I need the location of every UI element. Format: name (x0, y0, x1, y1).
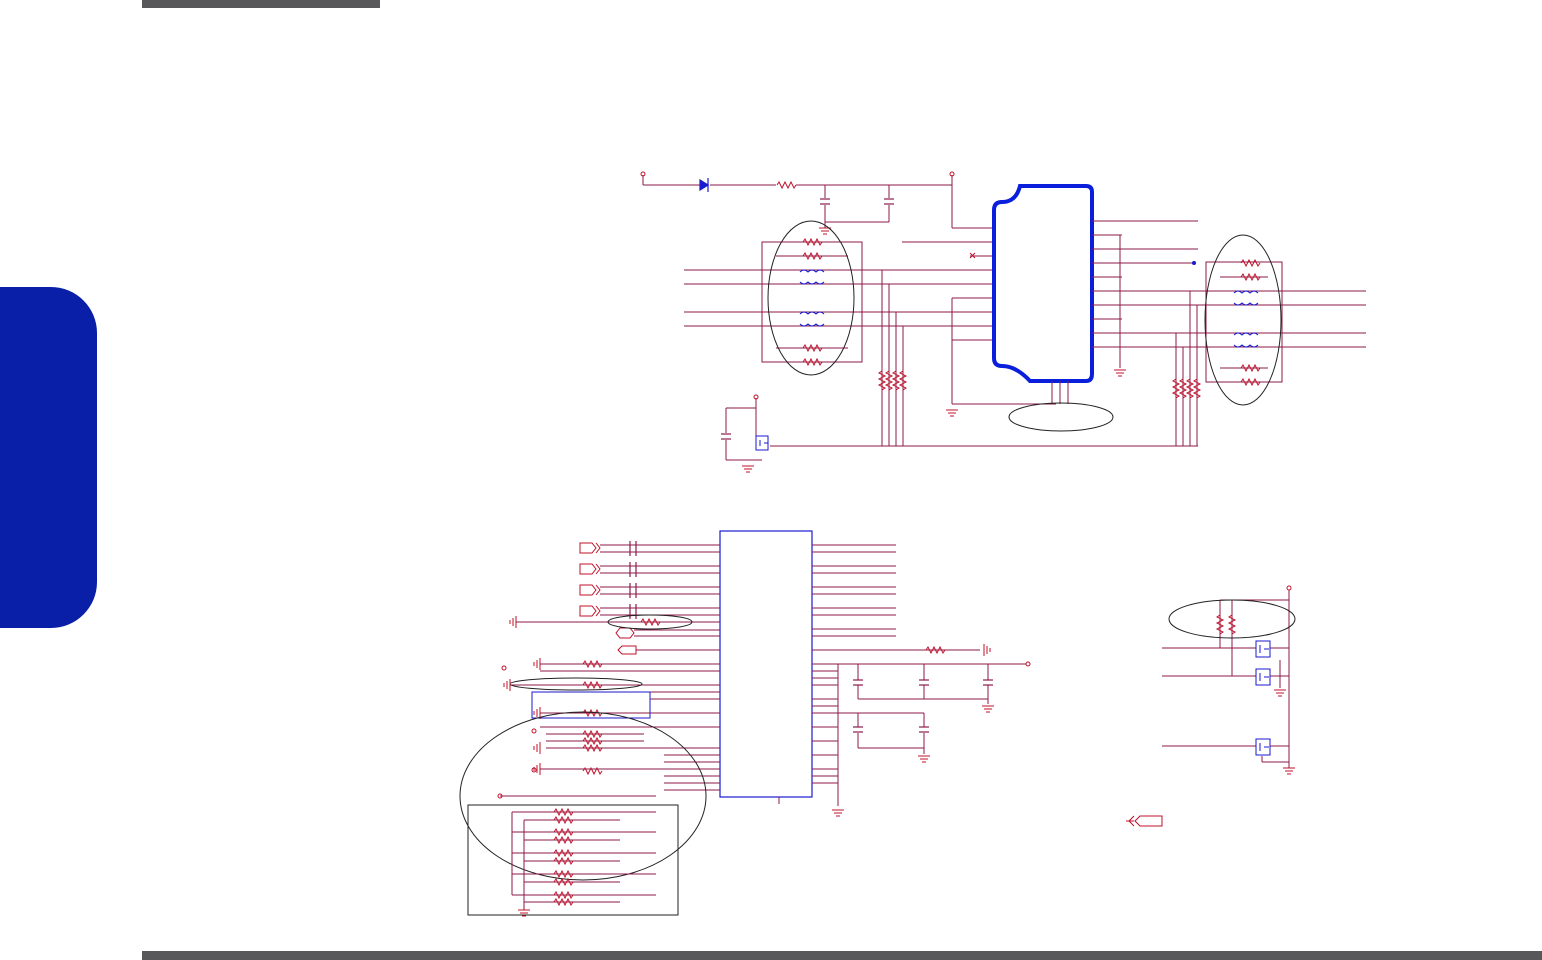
shield-ellipse (1008, 402, 1114, 432)
top-connector-section (640, 171, 1366, 473)
common-mode-choke-left (799, 269, 825, 327)
controller-ic-body (719, 530, 813, 798)
diode-symbol (699, 178, 710, 192)
filter-capacitors (820, 198, 894, 205)
output-port-arrow (1126, 815, 1163, 827)
resistor-array-box (467, 804, 679, 916)
mosfet-symbol (755, 435, 769, 451)
bottom-controller-section (459, 530, 1031, 917)
left-termination-block (684, 241, 1056, 405)
ground-symbol (818, 227, 832, 235)
schematic-diagram (459, 171, 1366, 917)
highlight-ellipse (767, 220, 855, 376)
input-port-arrows (579, 542, 637, 655)
bottom-right-switch-section (1126, 585, 1296, 827)
coupling-capacitors (629, 541, 637, 619)
power-input-wire (642, 175, 992, 229)
mosfet-symbol (1255, 640, 1271, 756)
connector-ic-body (992, 184, 1094, 383)
series-resistor (776, 181, 797, 189)
